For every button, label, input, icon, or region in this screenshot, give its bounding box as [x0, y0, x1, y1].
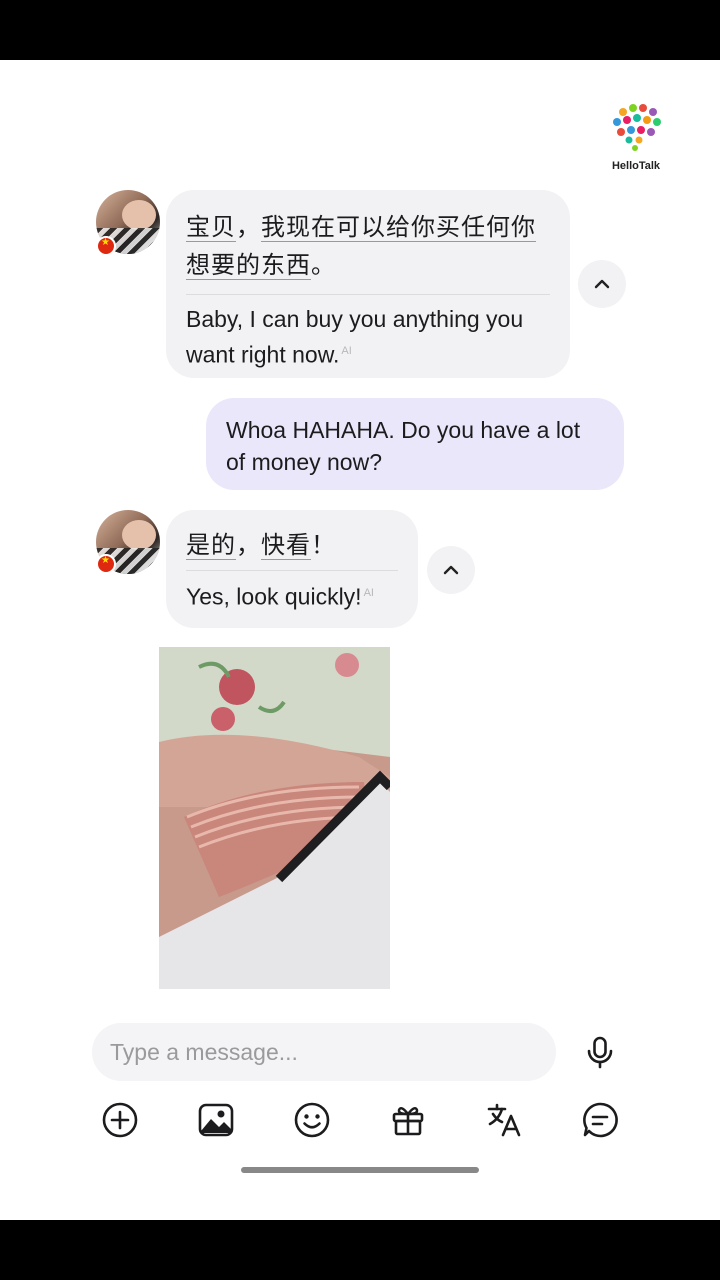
translation-text: Yes, look quickly!: [186, 583, 362, 610]
word-segment[interactable]: 想要: [186, 251, 236, 280]
word-segment[interactable]: 的: [236, 251, 261, 280]
word-segment[interactable]: 宝贝: [186, 213, 236, 242]
word-segment[interactable]: 可以: [336, 213, 386, 242]
add-button[interactable]: [96, 1096, 144, 1144]
incoming-message-bubble[interactable]: 宝贝，我现在可以给你买任何你想要的东西。 Baby, I can buy you…: [166, 190, 570, 378]
word-segment[interactable]: 快: [261, 531, 286, 560]
emoji-icon: [294, 1102, 330, 1138]
word-segment[interactable]: 你: [411, 213, 436, 242]
gift-button[interactable]: [384, 1096, 432, 1144]
collapse-translation-button[interactable]: [427, 546, 475, 594]
china-flag-icon: [96, 554, 116, 574]
microphone-button[interactable]: [582, 1034, 618, 1070]
translated-text: Baby, I can buy you anything you want ri…: [186, 303, 550, 371]
image-icon: [198, 1103, 234, 1137]
emoji-button[interactable]: [288, 1096, 336, 1144]
avatar-face: [122, 200, 156, 230]
chat-screen: HelloTalk 宝贝，我现在可以给你买任何你想要的东西。 Baby, I c…: [0, 60, 720, 1220]
word-segment[interactable]: 东西: [261, 251, 311, 280]
translation-divider: [186, 570, 398, 571]
translate-icon: [487, 1103, 521, 1137]
word-segment[interactable]: 现在: [286, 213, 336, 242]
punctuation: ，: [236, 531, 261, 559]
outgoing-message-bubble[interactable]: Whoa HAHAHA. Do you have a lot of money …: [206, 398, 624, 490]
word-segment[interactable]: 是: [186, 531, 211, 560]
money-photo: [159, 647, 390, 989]
word-segment[interactable]: 买: [436, 213, 461, 242]
message-text: Whoa HAHAHA. Do you have a lot of money …: [226, 417, 581, 475]
composer-toolbar: [0, 1096, 720, 1144]
word-segment[interactable]: 你: [511, 213, 536, 242]
microphone-icon: [587, 1036, 613, 1069]
punctuation: 。: [311, 251, 336, 279]
message-input-container: [92, 1023, 556, 1081]
ai-badge: AI: [363, 587, 374, 599]
photo-button[interactable]: [192, 1096, 240, 1144]
china-flag-icon: [96, 236, 116, 256]
image-message[interactable]: [159, 647, 390, 989]
chat-icon: [583, 1102, 618, 1138]
word-segment[interactable]: 看: [286, 531, 311, 560]
message-input[interactable]: [110, 1038, 556, 1066]
avatar-face: [122, 520, 156, 550]
word-segment[interactable]: 我: [261, 213, 286, 242]
original-text[interactable]: 是的，快看！: [186, 526, 398, 564]
hellotalk-logo: HelloTalk: [608, 102, 664, 172]
translated-text: Yes, look quickly! AI: [186, 577, 398, 613]
punctuation: ，: [236, 213, 261, 241]
home-indicator[interactable]: [241, 1167, 479, 1173]
translation-text: Baby, I can buy you anything you want ri…: [186, 306, 524, 368]
original-text[interactable]: 宝贝，我现在可以给你买任何你想要的东西。: [186, 208, 550, 284]
incoming-message-bubble[interactable]: 是的，快看！ Yes, look quickly! AI: [166, 510, 418, 628]
word-segment[interactable]: 的: [211, 531, 236, 560]
brand-name: HelloTalk: [611, 160, 661, 172]
ai-badge: AI: [341, 345, 352, 357]
chevron-up-icon: [594, 279, 610, 289]
gift-icon: [392, 1107, 424, 1136]
translation-divider: [186, 294, 550, 295]
punctuation: ！: [311, 531, 336, 559]
word-segment[interactable]: 任何: [461, 213, 511, 242]
chevron-up-icon: [443, 565, 459, 575]
chat-button[interactable]: [576, 1096, 624, 1144]
add-icon: [102, 1102, 138, 1138]
word-segment[interactable]: 给: [386, 213, 411, 242]
collapse-translation-button[interactable]: [578, 260, 626, 308]
translate-button[interactable]: [480, 1096, 528, 1144]
